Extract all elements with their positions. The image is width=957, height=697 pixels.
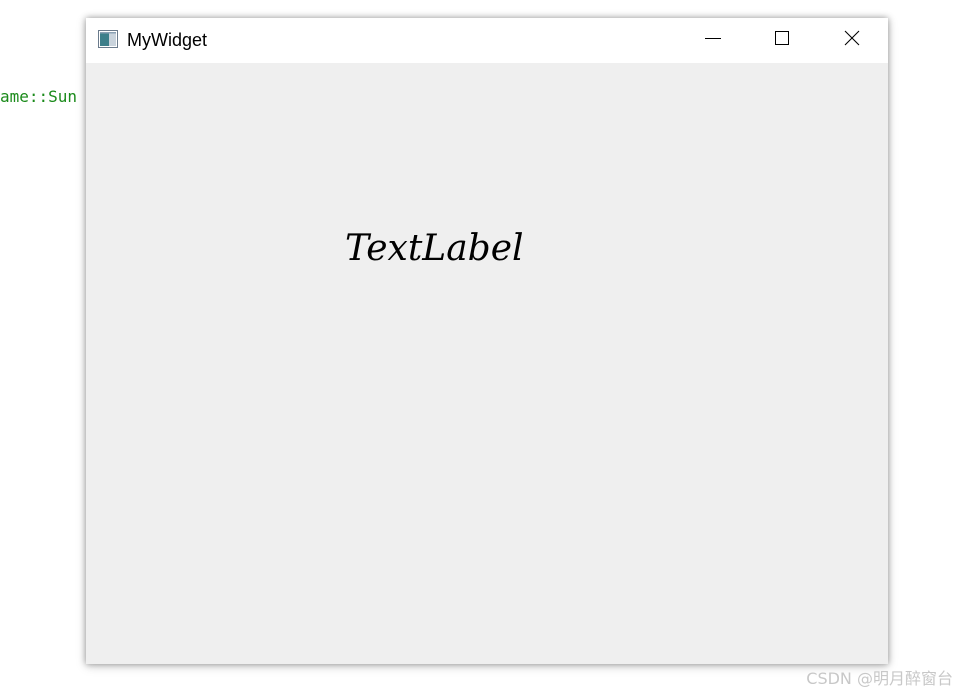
qt-app-icon (98, 30, 118, 48)
close-icon (844, 30, 860, 51)
maximize-button[interactable] (747, 18, 817, 63)
title-bar[interactable]: MyWidget (86, 18, 888, 63)
app-window: MyWidget TextLabel (86, 18, 888, 664)
watermark: CSDN @明月醉窗台 (806, 669, 953, 688)
minimize-button[interactable] (678, 18, 748, 63)
client-area: TextLabel (86, 63, 888, 664)
minimize-icon (705, 30, 721, 51)
background-code-fragment: ame::Sun (0, 87, 78, 106)
close-button[interactable] (817, 18, 887, 63)
text-label: TextLabel (345, 228, 524, 269)
maximize-icon (774, 30, 790, 51)
window-title: MyWidget (127, 30, 208, 50)
